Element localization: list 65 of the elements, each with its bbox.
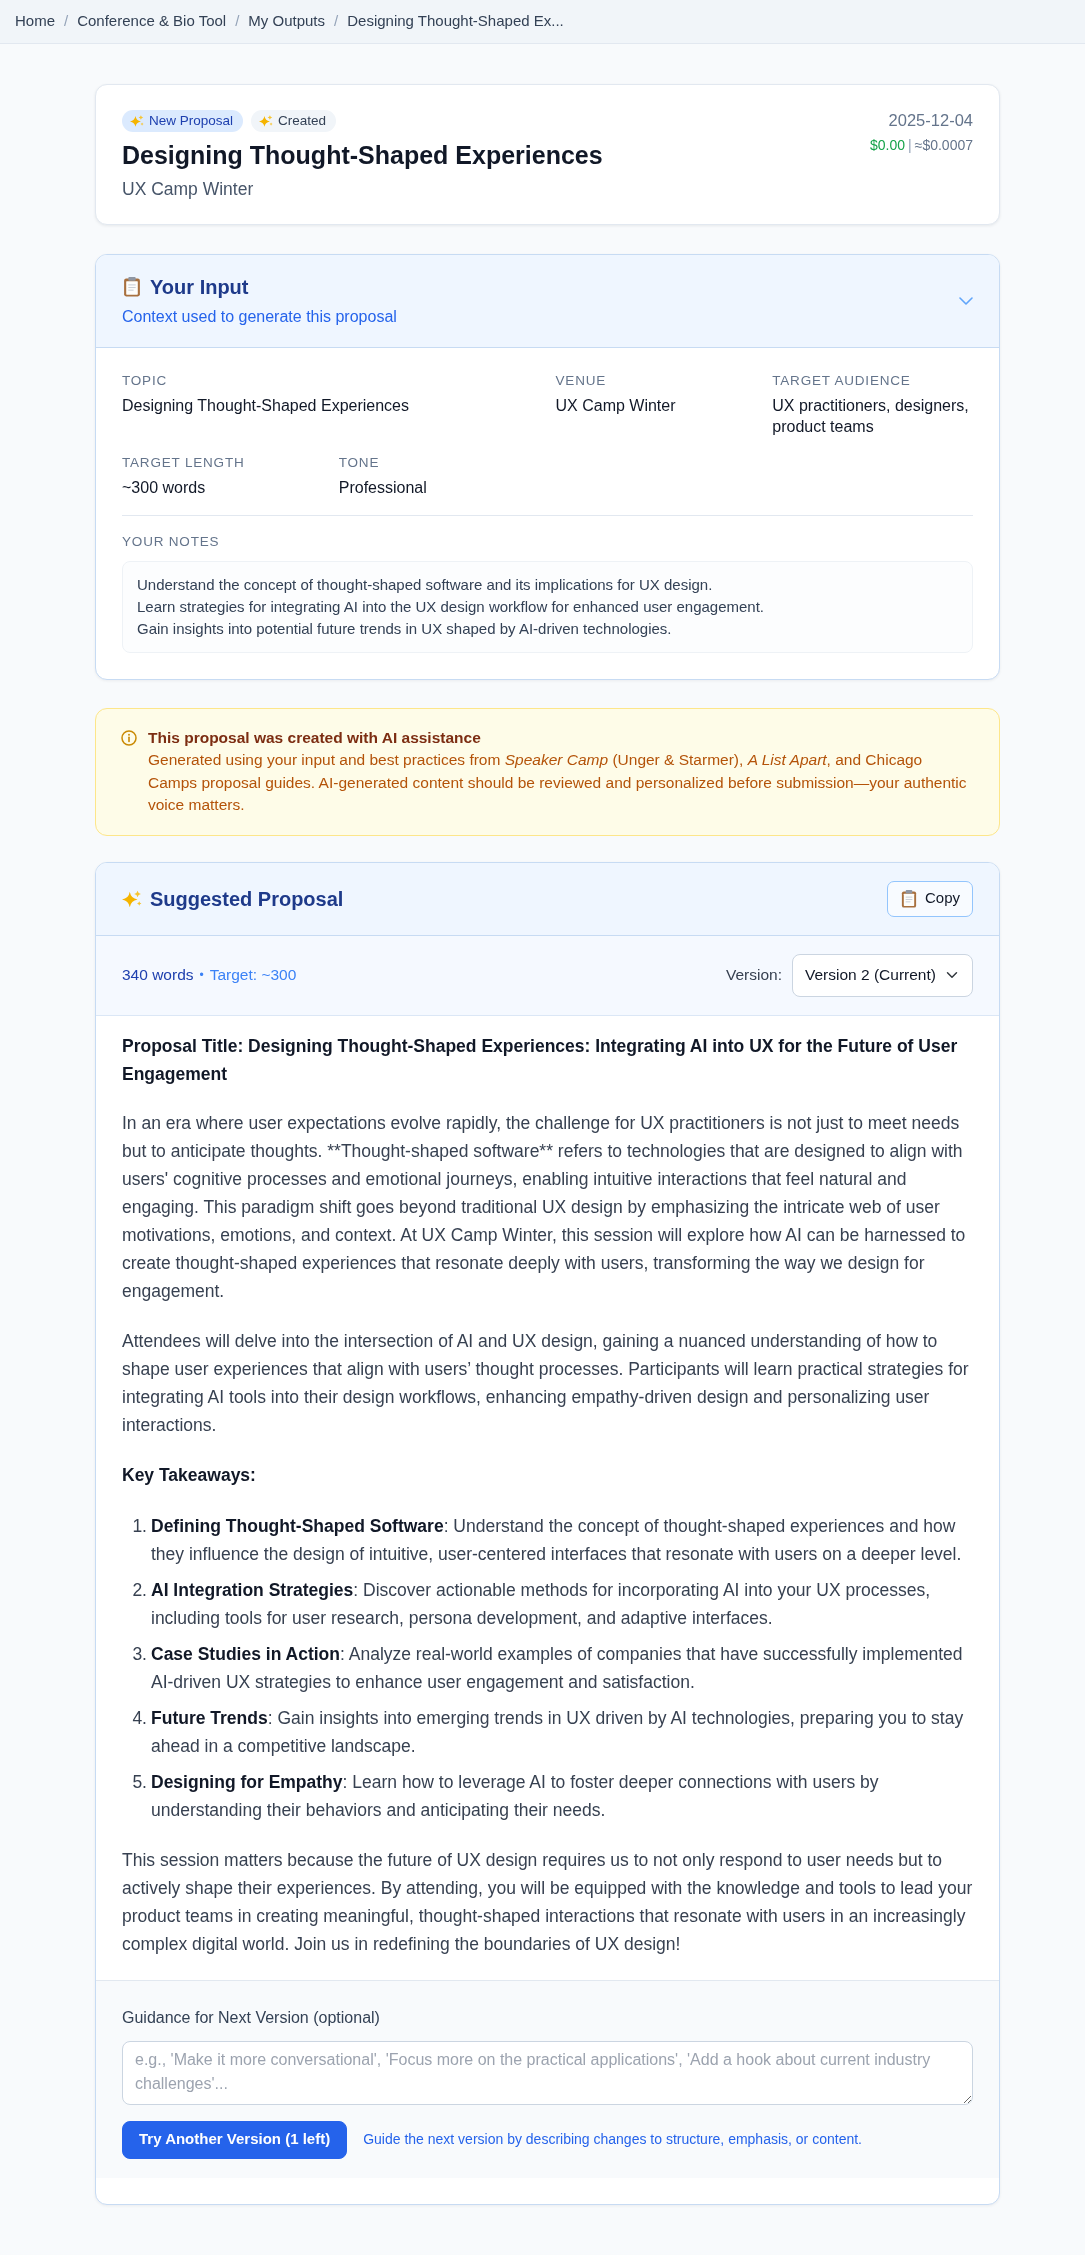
proposal-paragraph: This session matters because the future of UX design requires us to not only respond to user needs but to actively shape their experiences. By attending, you will be equipped with the knowledge and tools to lead your product teams in creating meaningful, thought-shaped interactions that resonate with users in an increasingly complex digital world. Join us in redefining the boundaries of UX design! (122, 1848, 973, 1956)
version-select[interactable]: Version 2 (Current) (792, 953, 973, 997)
date-text: 2025-12-04 (887, 110, 973, 131)
guidance-field[interactable]: e.g., 'Make it more conversational', 'Focus more on the practical applications', 'Add a hook about current industry challenges'... (122, 2040, 973, 2105)
section-heading: Key Takeaways: (122, 1463, 257, 1487)
proposal-title: Proposal Title: Designing Thought-Shaped Experiences: Integrating AI into UX for the Future of User Engagement (122, 1034, 959, 1086)
breadcrumb-current: Designing Thought-Shaped Ex... (347, 11, 564, 32)
breadcrumb-separator: / (64, 11, 69, 32)
field-label: TARGET LENGTH (122, 454, 246, 472)
breadcrumb-link[interactable]: Home (15, 10, 55, 33)
try-again-button[interactable]: Try Another Version (1 left) (122, 2120, 348, 2159)
guidance-hint: Guide the next version by describing changes to structure, emphasis, or content. (363, 2130, 862, 2149)
notice-title: This proposal was created with AI assistance (148, 728, 482, 748)
sparkle-icon (130, 114, 144, 128)
takeaway-text: Case Studies in Action: Analyze real-world examples of companies that have successfully implemented AI-driven UX strategies to enhance user engagement and satisfaction. (151, 1642, 964, 1694)
takeaway-text: Defining Thought-Shaped Software: Understand the concept of thought-shaped experiences and how they influence the design of intuitive, user-centered interfaces that resonate with users on a deeper level. (151, 1514, 963, 1566)
list-number: 2. (131, 1578, 148, 1602)
field-label: VENUE (555, 372, 608, 390)
cost-amount: $0.00 (870, 137, 906, 153)
notes-text: Understand the concept of thought-shaped software and its implications for UX design. Learn strategies for integrating AI into the UX design workflow for enhanced user engagement. Gain insights into potential future trends in UX shaped by AI-driven technologies. (137, 575, 766, 639)
panel-title: Suggested Proposal (150, 886, 344, 912)
input-panel-header[interactable]: Your Input Context used to generate this proposal (96, 255, 999, 348)
takeaway-text: Future Trends: Gain insights into emerging trends in UX driven by AI technologies, preparing you to stay ahead in a competitive landscape. (151, 1706, 965, 1758)
sparkle-icon (259, 114, 274, 128)
field-value: Designing Thought-Shaped Experiences (122, 396, 410, 416)
takeaway-text: AI Integration Strategies: Discover actionable methods for incorporating AI into your UX processes, including tools for user research, persona development, and adaptive interfaces. (151, 1578, 932, 1630)
chevron-icon[interactable] (959, 296, 973, 305)
notice-text: Generated using your input and best practices from Speaker Camp (Unger & Starmer), A List Apart, and Chicago Camps proposal guides. AI-generated content should be reviewed and personalized before submission—your authentic voice matters. (148, 750, 968, 815)
breadcrumb-separator: / (235, 11, 240, 32)
panel-title: Your Input (150, 275, 249, 300)
field-label: TONE (338, 454, 381, 472)
target-length: Target: ~300 (209, 965, 297, 986)
field-value: ~300 words (122, 478, 207, 498)
breadcrumb-link[interactable]: Conference & Bio Tool (77, 10, 227, 33)
panel-subtitle: Context used to generate this proposal (122, 307, 397, 327)
clipboard-icon (899, 889, 918, 908)
copy-button[interactable]: Copy (886, 880, 973, 917)
version-label: Version: (726, 965, 782, 986)
proposal-paragraph: In an era where user expectations evolve rapidly, the challenge for UX practitioners is not just to meet needs but to anticipate thoughts. **Thought-shaped software** refers to technologies that are designed to align with users' cognitive processes and emotional journeys, enabling intuitive interactions that feel natural and engaging. This paradigm shift goes beyond traditional UX design by emphasizing the intricate web of user motivations, emotions, and context. At UX Camp Winter, this session will explore how AI can be harnessed to create thought-shaped experiences that resonate deeply with users, transforming the way we design for engagement. (122, 1111, 967, 1303)
bullet-separator: • (199, 967, 204, 984)
list-number: 5. (131, 1770, 148, 1794)
guidance-label: Guidance for Next Version (optional) (122, 2007, 381, 2028)
status-badge: Created (251, 110, 337, 132)
clipboard-icon (122, 277, 142, 297)
field-value: UX practitioners, designers, product teams (772, 396, 970, 437)
sparkle-icon (122, 888, 142, 909)
list-number: 1. (131, 1514, 148, 1538)
field-label: TARGET AUDIENCE (772, 372, 912, 390)
breadcrumb-link[interactable]: My Outputs (248, 10, 326, 33)
proposal-paragraph: Attendees will delve into the intersection of AI and UX design, gaining a nuanced understanding of how to shape user experiences that align with users’ thought processes. Participants will learn practical strategies for integrating AI tools into their design workflows, enhancing empathy-driven design and personalizing user interactions. (122, 1329, 970, 1437)
takeaway-text: Designing for Empathy: Learn how to leverage AI to foster deeper connections with users by understanding their behaviors and anticipating their needs. (151, 1770, 880, 1822)
field-value: Professional (338, 478, 428, 498)
cost-estimate: ≈$0.0007 (914, 137, 973, 153)
venue-subtitle: UX Camp Winter (122, 178, 255, 201)
cost-separator: | (908, 137, 912, 153)
list-number: 3. (131, 1642, 148, 1666)
list-number: 4. (131, 1706, 148, 1730)
page-title: Designing Thought-Shaped Experiences (122, 140, 603, 171)
breadcrumb-separator: / (334, 11, 339, 32)
field-label: YOUR NOTES (122, 533, 221, 551)
info-icon (121, 730, 137, 746)
status-badge: New Proposal (122, 110, 244, 132)
field-value: UX Camp Winter (555, 396, 677, 416)
field-label: TOPIC (122, 372, 169, 390)
word-count: 340 words (122, 965, 194, 986)
